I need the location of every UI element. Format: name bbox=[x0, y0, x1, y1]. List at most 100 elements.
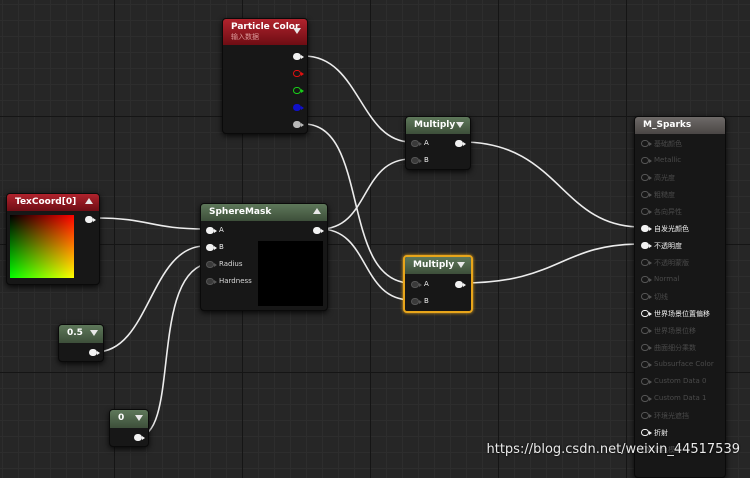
particle-color-rgb-output-pin[interactable] bbox=[293, 53, 304, 60]
particle-color-node[interactable]: Particle Color 输入数据 bbox=[222, 18, 308, 134]
material-input-pin[interactable] bbox=[641, 429, 652, 436]
texcoord-header[interactable]: TexCoord[0] bbox=[7, 194, 99, 211]
spheremask-node[interactable]: SphereMask A B Radius Hardness bbox=[200, 203, 328, 311]
particle-color-g-output-pin[interactable] bbox=[293, 87, 304, 94]
constant-05-value: 0.5 bbox=[67, 328, 83, 338]
particle-color-b-output-pin[interactable] bbox=[293, 104, 304, 111]
spheremask-hardness-input-pin[interactable] bbox=[206, 278, 217, 285]
multiply-top-b-label: B bbox=[424, 156, 429, 164]
material-pin-row[interactable]: Normal bbox=[635, 273, 725, 290]
material-input-pin[interactable] bbox=[641, 157, 652, 164]
multiply-top-title: Multiply bbox=[414, 120, 456, 130]
multiply-top-output-pin[interactable] bbox=[455, 140, 466, 147]
multiply-bottom-output-pin[interactable] bbox=[455, 281, 466, 288]
constant-05-output-pin[interactable] bbox=[89, 349, 100, 356]
material-pin-label: Subsurface Color bbox=[654, 360, 714, 368]
constant-0-header[interactable]: 0 bbox=[110, 410, 148, 428]
material-pin-row[interactable]: 各向异性 bbox=[635, 205, 725, 222]
particle-color-header[interactable]: Particle Color 输入数据 bbox=[223, 19, 307, 45]
constant-05-node[interactable]: 0.5 bbox=[58, 324, 104, 362]
material-pin-row[interactable]: 切线 bbox=[635, 290, 725, 307]
material-input-pin[interactable] bbox=[641, 276, 652, 283]
material-input-pin[interactable] bbox=[641, 361, 652, 368]
material-input-pin[interactable] bbox=[641, 293, 652, 300]
wire-particle-rgb-to-multiply-top-a bbox=[303, 55, 412, 143]
wire-multiply-bottom-to-opacity bbox=[461, 243, 642, 284]
material-pin-row[interactable]: 世界场景位置偏移 bbox=[635, 307, 725, 324]
particle-color-r-output-pin[interactable] bbox=[293, 70, 304, 77]
multiply-bottom-a-input-pin[interactable] bbox=[411, 281, 422, 288]
spheremask-radius-input-pin[interactable] bbox=[206, 261, 217, 268]
multiply-bottom-header[interactable]: Multiply bbox=[405, 257, 471, 274]
spheremask-b-label: B bbox=[219, 243, 224, 251]
wire-multiply-top-to-emissive bbox=[461, 141, 642, 228]
chevron-down-icon[interactable] bbox=[293, 28, 301, 34]
material-pin-label: 不透明蒙版 bbox=[654, 259, 689, 267]
material-pin-list: 基础颜色 Metallic 高光度 粗糙度 各向异性 自发光颜色 不透明度 不透… bbox=[635, 137, 725, 460]
material-pin-row[interactable]: 折射 bbox=[635, 426, 725, 443]
material-pin-row[interactable]: 粗糙度 bbox=[635, 188, 725, 205]
spheremask-radius-label: Radius bbox=[219, 260, 243, 268]
multiply-top-node[interactable]: Multiply A B bbox=[405, 116, 471, 170]
material-pin-row[interactable]: 基础颜色 bbox=[635, 137, 725, 154]
material-input-pin[interactable] bbox=[641, 174, 652, 181]
chevron-down-icon[interactable] bbox=[135, 415, 143, 421]
chevron-up-icon[interactable] bbox=[85, 198, 93, 204]
material-input-pin[interactable] bbox=[641, 344, 652, 351]
chevron-down-icon[interactable] bbox=[457, 262, 465, 268]
texcoord-node[interactable]: TexCoord[0] bbox=[6, 193, 100, 285]
spheremask-title: SphereMask bbox=[209, 207, 272, 217]
texcoord-title: TexCoord[0] bbox=[15, 197, 77, 207]
material-opacity-input-pin[interactable] bbox=[641, 242, 652, 249]
material-emissive-input-pin[interactable] bbox=[641, 225, 652, 232]
multiply-bottom-a-label: A bbox=[424, 280, 429, 288]
spheremask-hardness-label: Hardness bbox=[219, 277, 252, 285]
multiply-bottom-b-input-pin[interactable] bbox=[411, 298, 422, 305]
material-input-pin[interactable] bbox=[641, 310, 652, 317]
material-pin-row-opacity[interactable]: 不透明度 bbox=[635, 239, 725, 256]
constant-0-node[interactable]: 0 bbox=[109, 409, 149, 447]
material-pin-row[interactable]: Custom Data 1 bbox=[635, 392, 725, 409]
multiply-top-a-input-pin[interactable] bbox=[411, 140, 422, 147]
material-pin-row[interactable]: 高光度 bbox=[635, 171, 725, 188]
multiply-top-b-input-pin[interactable] bbox=[411, 157, 422, 164]
material-input-pin[interactable] bbox=[641, 395, 652, 402]
spheremask-b-input-pin[interactable] bbox=[206, 244, 217, 251]
material-result-header[interactable]: M_Sparks bbox=[635, 117, 725, 134]
spheremask-output-pin[interactable] bbox=[313, 227, 324, 234]
chevron-up-icon[interactable] bbox=[313, 208, 321, 214]
material-pin-row[interactable]: 世界场景位移 bbox=[635, 324, 725, 341]
chevron-down-icon[interactable] bbox=[90, 330, 98, 336]
material-pin-row[interactable]: 环境光遮挡 bbox=[635, 409, 725, 426]
multiply-top-a-label: A bbox=[424, 139, 429, 147]
constant-0-output-pin[interactable] bbox=[134, 434, 145, 441]
material-input-pin[interactable] bbox=[641, 191, 652, 198]
material-input-pin[interactable] bbox=[641, 208, 652, 215]
material-input-pin[interactable] bbox=[641, 327, 652, 334]
constant-05-header[interactable]: 0.5 bbox=[59, 325, 103, 343]
material-input-pin[interactable] bbox=[641, 378, 652, 385]
material-pin-row[interactable]: 曲面细分乘数 bbox=[635, 341, 725, 358]
material-pin-label: 环境光遮挡 bbox=[654, 412, 689, 420]
material-input-pin[interactable] bbox=[641, 412, 652, 419]
multiply-top-header[interactable]: Multiply bbox=[406, 117, 470, 134]
multiply-bottom-node[interactable]: Multiply A B bbox=[403, 255, 473, 313]
material-pin-label: 基础颜色 bbox=[654, 140, 682, 148]
material-pin-row[interactable]: Metallic bbox=[635, 154, 725, 171]
spheremask-a-input-pin[interactable] bbox=[206, 227, 217, 234]
material-pin-label: 高光度 bbox=[654, 174, 675, 182]
chevron-down-icon[interactable] bbox=[456, 122, 464, 128]
material-pin-row[interactable]: Subsurface Color bbox=[635, 358, 725, 375]
texcoord-output-pin[interactable] bbox=[85, 216, 96, 223]
material-pin-label: Normal bbox=[654, 275, 680, 283]
material-input-pin[interactable] bbox=[641, 140, 652, 147]
spheremask-header[interactable]: SphereMask bbox=[201, 204, 327, 221]
material-pin-label: 折射 bbox=[654, 429, 668, 437]
material-pin-row-emissive[interactable]: 自发光颜色 bbox=[635, 222, 725, 239]
material-pin-row[interactable]: Custom Data 0 bbox=[635, 375, 725, 392]
material-pin-row[interactable]: 不透明蒙版 bbox=[635, 256, 725, 273]
particle-color-a-output-pin[interactable] bbox=[293, 121, 304, 128]
material-input-pin[interactable] bbox=[641, 259, 652, 266]
wire-const05-to-spheremask-b bbox=[95, 245, 206, 353]
material-result-node[interactable]: M_Sparks 基础颜色 Metallic 高光度 粗糙度 各向异性 自发光颜… bbox=[634, 116, 726, 478]
